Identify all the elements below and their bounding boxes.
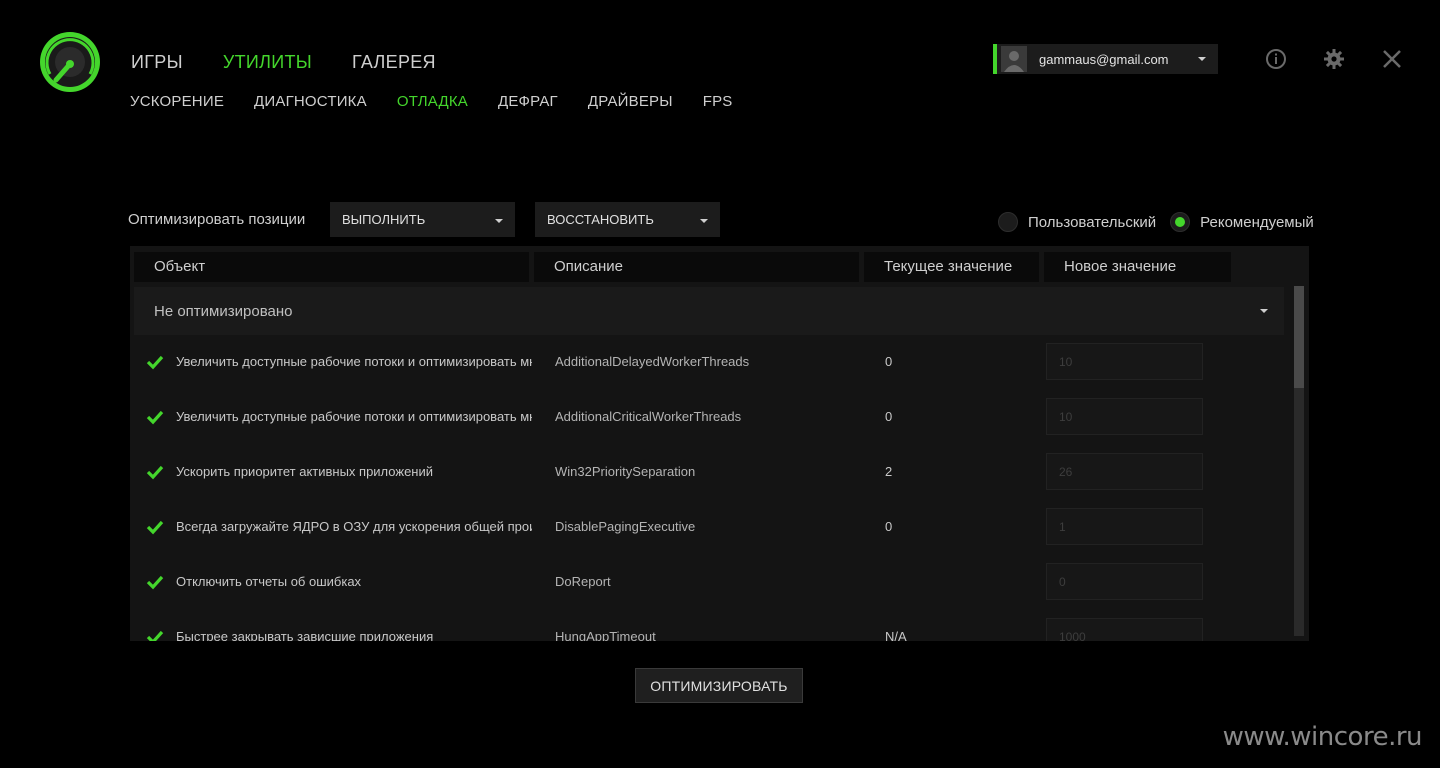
column-header-current[interactable]: Текущее значение xyxy=(864,252,1039,282)
watermark: www.wincore.ru xyxy=(1222,722,1423,752)
row-current-value: 0 xyxy=(885,354,893,369)
row-object: Отключить отчеты об ошибках xyxy=(176,574,362,589)
radio-recommended[interactable] xyxy=(1170,212,1191,232)
row-current-value: 0 xyxy=(885,409,893,424)
main-nav: ИГРЫ УТИЛИТЫ ГАЛЕРЕЯ xyxy=(131,52,436,73)
row-object: Быстрее закрывать зависшие приложения xyxy=(176,629,434,641)
row-new-value-input[interactable]: 26 xyxy=(1046,453,1203,490)
row-description: AdditionalCriticalWorkerThreads xyxy=(555,409,742,424)
chevron-down-icon xyxy=(1198,57,1206,61)
row-new-value-input[interactable]: 1000 xyxy=(1046,618,1203,641)
table-row[interactable]: Всегда загружайте ЯДРО в ОЗУ для ускорен… xyxy=(130,500,1290,555)
row-new-value-input[interactable]: 10 xyxy=(1046,343,1203,380)
row-object: Увеличить доступные рабочие потоки и опт… xyxy=(176,409,532,424)
table-row[interactable]: Отключить отчеты об ошибках DoReport 0 xyxy=(130,555,1290,610)
row-object: Всегда загружайте ЯДРО в ОЗУ для ускорен… xyxy=(176,519,532,534)
radio-custom[interactable] xyxy=(998,212,1018,232)
chevron-down-icon xyxy=(495,218,503,223)
chevron-down-icon xyxy=(1260,309,1268,313)
tweaks-table: Объект Описание Текущее значение Новое з… xyxy=(130,246,1309,641)
row-description: Win32PrioritySeparation xyxy=(555,464,696,479)
checkmark-icon[interactable] xyxy=(146,463,164,481)
row-description: DisablePagingExecutive xyxy=(555,519,696,534)
table-row[interactable]: Ускорить приоритет активных приложений Wi… xyxy=(130,445,1290,500)
restore-dropdown[interactable]: ВОССТАНОВИТЬ xyxy=(535,202,720,237)
row-current-value: N/A xyxy=(885,629,907,641)
subnav-tweaks[interactable]: ОТЛАДКА xyxy=(397,93,468,110)
optimize-items-label: Оптимизировать позиции xyxy=(128,211,306,228)
subnav-fps[interactable]: FPS xyxy=(703,93,733,110)
row-new-value-input[interactable]: 10 xyxy=(1046,398,1203,435)
chevron-down-icon xyxy=(700,218,708,223)
subnav-drivers[interactable]: ДРАЙВЕРЫ xyxy=(588,93,673,110)
row-object: Увеличить доступные рабочие потоки и опт… xyxy=(176,354,532,369)
group-label: Не оптимизировано xyxy=(154,302,293,320)
checkmark-icon[interactable] xyxy=(146,628,164,641)
restore-dropdown-label: ВОССТАНОВИТЬ xyxy=(547,212,654,227)
subnav-defrag[interactable]: ДЕФРАГ xyxy=(498,93,558,110)
checkmark-icon[interactable] xyxy=(146,353,164,371)
table-row[interactable]: Увеличить доступные рабочие потоки и опт… xyxy=(130,335,1290,390)
row-description: DoReport xyxy=(555,574,611,589)
checkmark-icon[interactable] xyxy=(146,573,164,591)
radio-recommended-label: Рекомендуемый xyxy=(1200,213,1314,231)
nav-gallery[interactable]: ГАЛЕРЕЯ xyxy=(352,52,436,73)
nav-utilities[interactable]: УТИЛИТЫ xyxy=(223,52,312,73)
sub-nav: УСКОРЕНИЕ ДИАГНОСТИКА ОТЛАДКА ДЕФРАГ ДРА… xyxy=(130,93,733,110)
row-description: AdditionalDelayedWorkerThreads xyxy=(555,354,750,369)
optimize-button[interactable]: ОПТИМИЗИРОВАТЬ xyxy=(635,668,803,703)
column-header-object[interactable]: Объект xyxy=(134,252,529,282)
checkmark-icon[interactable] xyxy=(146,518,164,536)
nav-games[interactable]: ИГРЫ xyxy=(131,52,183,73)
gear-icon[interactable] xyxy=(1323,48,1345,70)
avatar xyxy=(1001,46,1027,72)
column-header-new[interactable]: Новое значение xyxy=(1044,252,1231,282)
row-description: HungAppTimeout xyxy=(555,629,656,641)
row-current-value: 2 xyxy=(885,464,893,479)
subnav-diagnostics[interactable]: ДИАГНОСТИКА xyxy=(254,93,367,110)
row-current-value: 0 xyxy=(885,519,893,534)
table-row[interactable]: Быстрее закрывать зависшие приложения Hun… xyxy=(130,610,1290,641)
user-silhouette-icon xyxy=(1004,51,1024,72)
row-object: Ускорить приоритет активных приложений xyxy=(176,464,434,479)
checkmark-icon[interactable] xyxy=(146,408,164,426)
row-new-value-input[interactable]: 1 xyxy=(1046,508,1203,545)
execute-dropdown[interactable]: ВЫПОЛНИТЬ xyxy=(330,202,515,237)
table-scrollbar[interactable] xyxy=(1294,286,1304,636)
row-new-value-input[interactable]: 0 xyxy=(1046,563,1203,600)
razer-cortex-logo-icon xyxy=(40,32,100,92)
scrollbar-thumb[interactable] xyxy=(1294,286,1304,388)
account-dropdown[interactable]: gammaus@gmail.com xyxy=(993,44,1218,74)
info-icon[interactable] xyxy=(1265,48,1287,70)
group-not-optimized[interactable]: Не оптимизировано xyxy=(134,287,1284,335)
table-row[interactable]: Увеличить доступные рабочие потоки и опт… xyxy=(130,390,1290,445)
execute-dropdown-label: ВЫПОЛНИТЬ xyxy=(342,212,426,227)
mode-radio-group: Пользовательский Рекомендуемый xyxy=(998,212,1314,232)
account-email: gammaus@gmail.com xyxy=(1039,51,1169,67)
column-header-description[interactable]: Описание xyxy=(534,252,859,282)
radio-custom-label: Пользовательский xyxy=(1028,213,1157,231)
close-icon[interactable] xyxy=(1381,48,1403,70)
subnav-boost[interactable]: УСКОРЕНИЕ xyxy=(130,93,224,110)
